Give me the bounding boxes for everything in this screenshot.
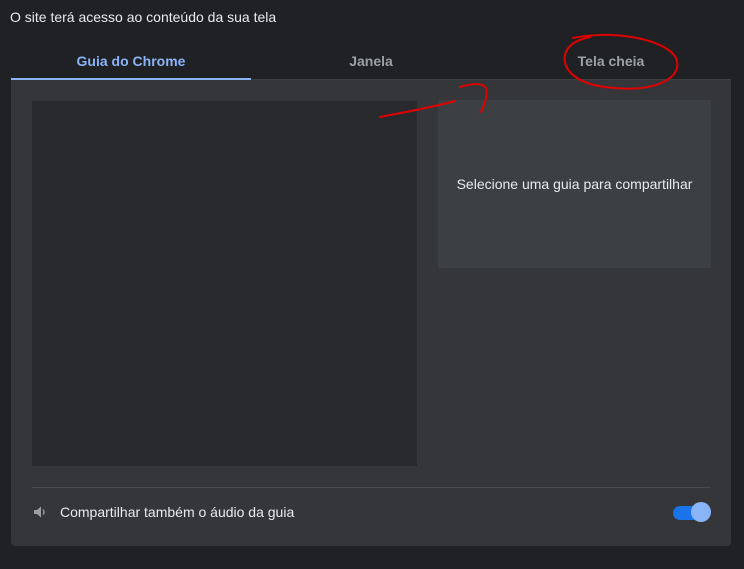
audio-share-row: Compartilhar também o áudio da guia: [32, 498, 711, 526]
dialog-message: O site terá acesso ao conteúdo da sua te…: [10, 9, 277, 25]
screen-share-dialog: O site terá acesso ao conteúdo da sua te…: [0, 0, 744, 569]
audio-share-toggle[interactable]: [673, 502, 711, 522]
tab-chrome-tab[interactable]: Guia do Chrome: [11, 42, 251, 81]
preview-text: Selecione uma guia para compartilhar: [456, 176, 693, 192]
toggle-knob: [691, 502, 711, 522]
divider: [32, 487, 711, 488]
tab-window[interactable]: Janela: [251, 42, 491, 79]
audio-share-label: Compartilhar também o áudio da guia: [60, 504, 295, 520]
tab-full-screen[interactable]: Tela cheia: [491, 42, 731, 79]
tab-panel: Selecione uma guia para compartilhar Com…: [11, 80, 731, 546]
source-tabs: Guia do Chrome Janela Tela cheia: [11, 42, 731, 81]
preview-area: Selecione uma guia para compartilhar: [438, 100, 711, 268]
tab-list[interactable]: [32, 101, 417, 466]
speaker-icon: [32, 503, 50, 521]
